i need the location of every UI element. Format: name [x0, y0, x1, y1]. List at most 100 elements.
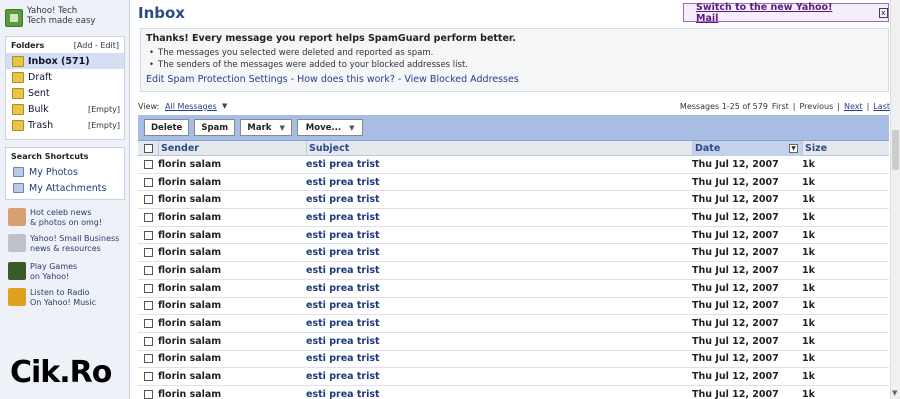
row-checkbox[interactable]	[143, 248, 153, 258]
row-checkbox[interactable]	[143, 283, 153, 293]
table-row[interactable]: florin salam esti prea trist Thu Jul 12, 2…	[138, 244, 889, 263]
spam-button[interactable]: Spam	[194, 119, 236, 136]
row-subject-link[interactable]: esti prea trist	[306, 283, 380, 294]
table-row[interactable]: florin salam esti prea trist Thu Jul 12, 2…	[138, 386, 889, 399]
folder-trash[interactable]: Trash [Empty]	[6, 117, 124, 133]
scrollbar[interactable]: ▼	[890, 0, 900, 399]
celeb-photo-icon	[8, 208, 26, 226]
folder-label: Trash	[28, 119, 54, 131]
chevron-down-icon[interactable]: ▼	[222, 102, 227, 110]
row-subject-link[interactable]: esti prea trist	[306, 336, 380, 347]
mark-dropdown[interactable]: Mark ▼	[240, 119, 293, 136]
row-date: Thu Jul 12, 2007	[692, 247, 779, 259]
pager-separator: |	[837, 102, 840, 111]
shortcut-my-attachments[interactable]: My Attachments	[6, 180, 124, 196]
row-subject-link[interactable]: esti prea trist	[306, 265, 380, 276]
row-subject-link[interactable]: esti prea trist	[306, 353, 380, 364]
separator: -	[287, 74, 298, 85]
row-subject-link[interactable]: esti prea trist	[306, 371, 380, 382]
promo-radio[interactable]: Listen to Radio On Yahoo! Music	[8, 288, 126, 307]
column-date[interactable]: Date ▼	[692, 140, 802, 156]
row-subject-link[interactable]: esti prea trist	[306, 389, 380, 399]
row-checkbox[interactable]	[143, 230, 153, 240]
column-sender[interactable]: Sender	[158, 140, 306, 156]
view-blocked-addresses-link[interactable]: View Blocked Addresses	[404, 74, 518, 85]
add-edit-folders-link[interactable]: [Add - Edit]	[74, 41, 119, 50]
move-dropdown[interactable]: Move... ▼	[297, 119, 364, 136]
shortcuts-title: Search Shortcuts	[11, 152, 89, 161]
promo-celeb-news[interactable]: Hot celeb news & photos on omg!	[8, 208, 126, 227]
delete-button[interactable]: Delete	[144, 119, 190, 136]
folder-inbox[interactable]: Inbox (571)	[6, 53, 124, 69]
close-icon[interactable]: x	[878, 7, 888, 18]
first-page: First	[771, 102, 789, 111]
row-checkbox[interactable]	[143, 195, 153, 205]
table-row[interactable]: florin salam esti prea trist Thu Jul 12, 2…	[138, 262, 889, 280]
edit-spam-settings-link[interactable]: Edit Spam Protection Settings	[146, 74, 288, 85]
table-row[interactable]: florin salam esti prea trist Thu Jul 12, 2…	[138, 227, 889, 245]
empty-trash-link[interactable]: [Empty]	[88, 121, 120, 130]
row-subject-link[interactable]: esti prea trist	[306, 194, 380, 205]
folder-sent[interactable]: Sent	[6, 85, 124, 101]
row-subject-link[interactable]: esti prea trist	[306, 300, 380, 311]
table-row[interactable]: florin salam esti prea trist Thu Jul 12, 2…	[138, 156, 889, 174]
row-checkbox[interactable]	[143, 354, 153, 364]
folder-label: Bulk	[28, 103, 49, 115]
promo-games[interactable]: Play Games on Yahoo!	[8, 262, 126, 281]
row-subject-link[interactable]: esti prea trist	[306, 177, 380, 188]
message-toolbar: Delete Spam Mark ▼ Move... ▼	[138, 115, 889, 141]
table-row[interactable]: florin salam esti prea trist Thu Jul 12, 2…	[138, 333, 889, 351]
row-checkbox[interactable]	[143, 389, 153, 399]
folder-bulk[interactable]: Bulk [Empty]	[6, 101, 124, 117]
table-row[interactable]: florin salam esti prea trist Thu Jul 12, 2…	[138, 351, 889, 369]
last-page-link[interactable]: Last	[873, 102, 890, 111]
folder-draft[interactable]: Draft	[6, 69, 124, 85]
folder-label: Sent	[28, 87, 50, 99]
table-row[interactable]: florin salam esti prea trist Thu Jul 12, 2…	[138, 368, 889, 386]
shortcut-my-photos[interactable]: My Photos	[6, 164, 124, 180]
row-subject-link[interactable]: esti prea trist	[306, 212, 380, 223]
scrollbar-thumb[interactable]	[892, 130, 899, 170]
table-row[interactable]: florin salam esti prea trist Thu Jul 12, 2…	[138, 174, 889, 192]
empty-bulk-link[interactable]: [Empty]	[88, 105, 120, 114]
table-row[interactable]: florin salam esti prea trist Thu Jul 12, 2…	[138, 280, 889, 298]
column-subject[interactable]: Subject	[306, 140, 692, 156]
mark-label: Mark	[247, 122, 272, 133]
promo-small-business[interactable]: Yahoo! Small Business news & resources	[8, 234, 126, 253]
view-bar: View: All Messages ▼ Messages 1-25 of 57…	[138, 102, 900, 114]
row-checkbox[interactable]	[143, 177, 153, 187]
row-checkbox[interactable]	[143, 372, 153, 382]
how-does-this-work-link[interactable]: How does this work?	[297, 74, 395, 85]
row-sender: florin salam	[158, 247, 222, 259]
table-row[interactable]: florin salam esti prea trist Thu Jul 12, 2…	[138, 209, 889, 227]
row-subject-link[interactable]: esti prea trist	[306, 247, 380, 258]
scroll-down-icon[interactable]: ▼	[892, 389, 897, 397]
message-range: Messages 1-25 of 579	[679, 102, 768, 111]
row-subject-link[interactable]: esti prea trist	[306, 318, 380, 329]
switch-to-new-mail-link[interactable]: Switch to the new Yahoo! Mail	[696, 2, 847, 24]
table-row[interactable]: florin salam esti prea trist Thu Jul 12, 2…	[138, 191, 889, 210]
table-row[interactable]: florin salam esti prea trist Thu Jul 12, 2…	[138, 298, 889, 316]
table-row[interactable]: florin salam esti prea trist Thu Jul 12, 2…	[138, 315, 889, 333]
row-checkbox[interactable]	[143, 301, 153, 311]
next-page-link[interactable]: Next	[844, 102, 863, 111]
row-sender: florin salam	[158, 176, 222, 188]
row-size: 1k	[802, 335, 815, 347]
row-checkbox[interactable]	[143, 319, 153, 329]
view-dropdown[interactable]: All Messages	[165, 102, 217, 111]
sort-down-icon[interactable]: ▼	[789, 143, 798, 153]
select-all-checkbox[interactable]	[143, 143, 153, 153]
row-subject-link[interactable]: esti prea trist	[306, 230, 380, 241]
promo-line-2: On Yahoo! Music	[30, 297, 96, 307]
row-checkbox[interactable]	[143, 212, 153, 222]
row-size: 1k	[802, 194, 815, 206]
row-date: Thu Jul 12, 2007	[692, 318, 779, 330]
column-size[interactable]: Size	[802, 140, 889, 156]
yahoo-tech-promo[interactable]: Yahoo! Tech Tech made easy	[5, 6, 125, 32]
row-subject-link[interactable]: esti prea trist	[306, 159, 380, 170]
row-date: Thu Jul 12, 2007	[692, 264, 779, 276]
row-checkbox[interactable]	[143, 336, 153, 346]
row-checkbox[interactable]	[143, 265, 153, 275]
sent-icon	[12, 87, 24, 99]
row-checkbox[interactable]	[143, 159, 153, 169]
